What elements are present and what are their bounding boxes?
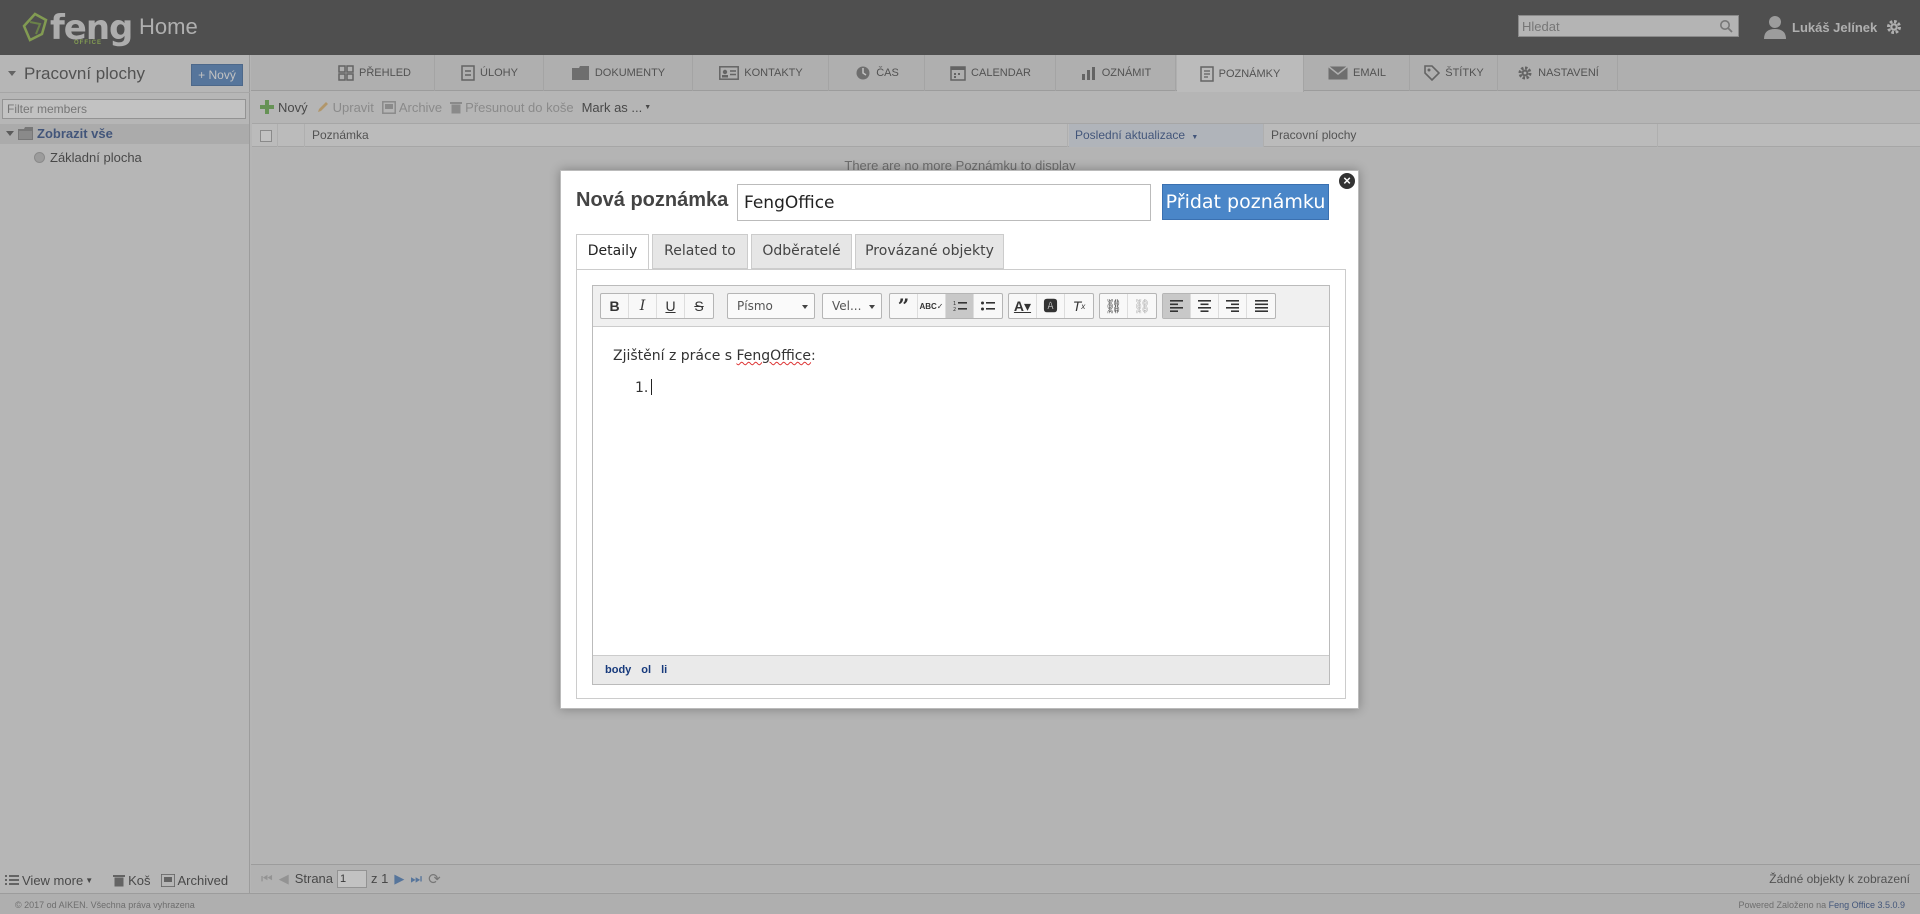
- paragraph-text: Zjištění z práce s: [613, 348, 737, 364]
- format-group: B I U S: [600, 293, 714, 319]
- details-panel: B I U S Písmo Vel... ” ABC✓ 12 A▾ 🅰︎ T x…: [576, 269, 1346, 699]
- spellcheck-icon[interactable]: ABC✓: [918, 294, 946, 318]
- bulleted-list-icon[interactable]: [974, 294, 1002, 318]
- element-path-bar: body ol li: [593, 655, 1329, 684]
- remove-format-icon[interactable]: Tx: [1065, 294, 1093, 318]
- background-color-icon[interactable]: 🅰︎: [1037, 294, 1065, 318]
- numbered-list-icon[interactable]: 12: [946, 294, 974, 318]
- link-group: ⛓ ⛓: [1099, 293, 1157, 319]
- text-caret: [651, 379, 653, 395]
- font-family-select[interactable]: Písmo: [727, 293, 815, 319]
- tab-linked-objects[interactable]: Provázané objekty: [855, 234, 1004, 269]
- list-item: 1.: [635, 379, 653, 396]
- paragraph-suffix: :: [811, 348, 816, 364]
- chevron-down-icon: [802, 305, 808, 309]
- font-size-value: Vel...: [832, 299, 862, 313]
- strikethrough-icon[interactable]: S: [685, 294, 713, 318]
- font-family-value: Písmo: [737, 299, 773, 313]
- color-group: A▾ 🅰︎ Tx: [1008, 293, 1094, 319]
- note-title-input[interactable]: [737, 184, 1151, 221]
- path-item-ol[interactable]: ol: [641, 664, 651, 676]
- path-item-body[interactable]: body: [605, 664, 631, 676]
- unlink-icon[interactable]: ⛓: [1128, 294, 1156, 318]
- bold-icon[interactable]: B: [601, 294, 629, 318]
- path-item-li[interactable]: li: [661, 664, 667, 676]
- tab-details[interactable]: Detaily: [576, 234, 649, 270]
- italic-icon[interactable]: I: [629, 294, 657, 318]
- misspelled-word: FengOffice: [736, 348, 812, 364]
- tab-subscribers[interactable]: Odběratelé: [751, 234, 852, 269]
- align-center-icon[interactable]: [1191, 294, 1219, 318]
- font-size-select[interactable]: Vel...: [822, 293, 882, 319]
- new-note-dialog: Nová poznámka Přidat poznámku Detaily Re…: [560, 170, 1359, 709]
- underline-icon[interactable]: U: [657, 294, 685, 318]
- list-marker: 1.: [635, 380, 649, 396]
- rich-text-editor: B I U S Písmo Vel... ” ABC✓ 12 A▾ 🅰︎ T x…: [592, 285, 1330, 685]
- link-icon[interactable]: ⛓: [1100, 294, 1128, 318]
- dialog-title: Nová poznámka: [576, 189, 729, 211]
- editor-toolbar: B I U S Písmo Vel... ” ABC✓ 12 A▾ 🅰︎ T x…: [593, 286, 1329, 327]
- svg-text:2: 2: [953, 307, 956, 312]
- editor-paragraph: Zjištění z práce s FengOffice:: [613, 348, 816, 364]
- editor-content-area[interactable]: Zjištění z práce s FengOffice: 1.: [593, 328, 1329, 655]
- align-left-icon[interactable]: [1163, 294, 1191, 318]
- blockquote-icon[interactable]: ”: [890, 294, 918, 318]
- tab-related-to[interactable]: Related to: [652, 234, 748, 269]
- block-group: ” ABC✓ 12: [889, 293, 1003, 319]
- text-color-icon[interactable]: A▾: [1009, 294, 1037, 318]
- align-justify-icon[interactable]: [1247, 294, 1275, 318]
- close-dialog-icon[interactable]: ×: [1337, 171, 1357, 191]
- align-right-icon[interactable]: [1219, 294, 1247, 318]
- chevron-down-icon: [869, 305, 875, 309]
- add-note-button[interactable]: Přidat poznámku: [1162, 184, 1329, 220]
- align-group: [1162, 293, 1276, 319]
